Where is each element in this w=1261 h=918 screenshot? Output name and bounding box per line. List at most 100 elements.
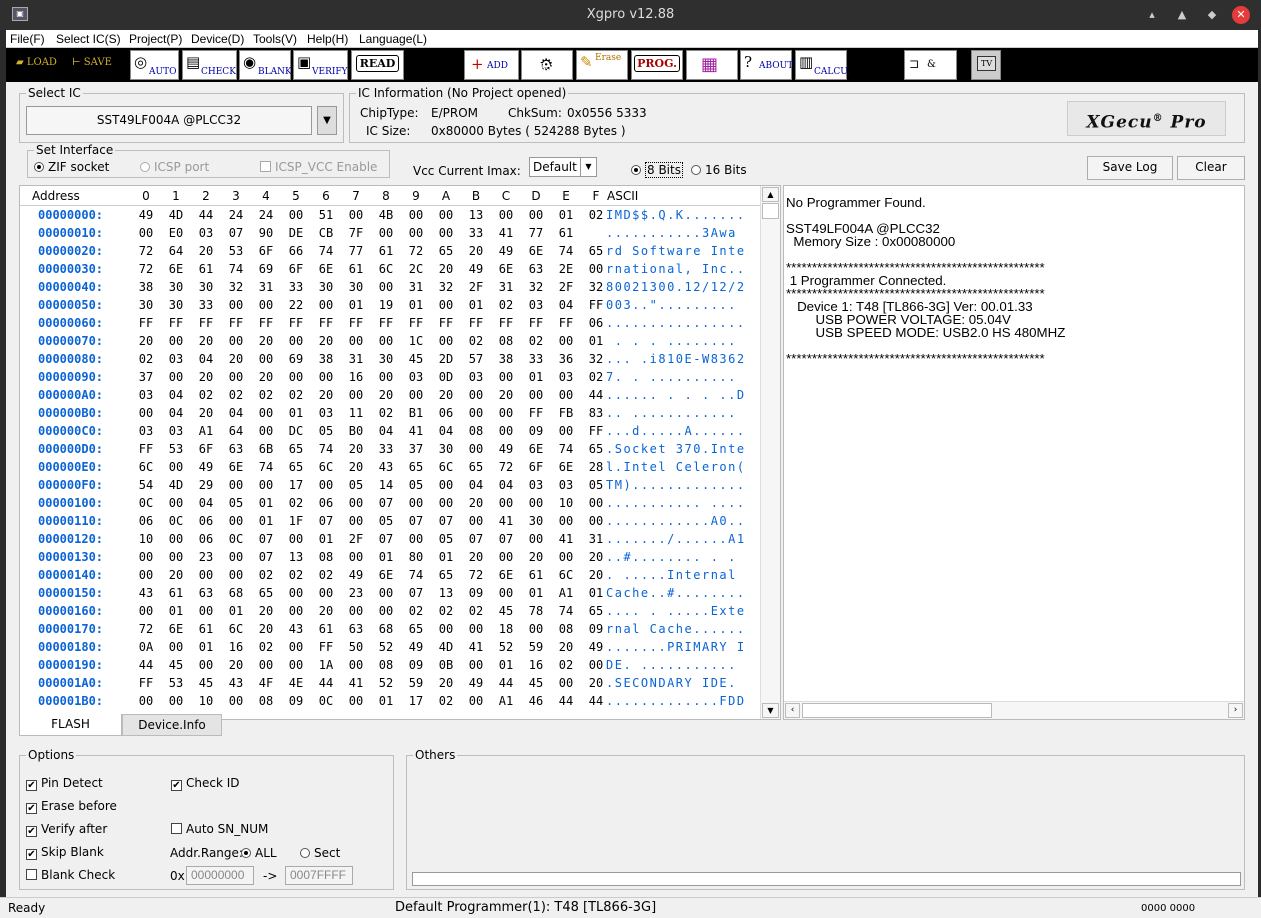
hex-byte[interactable]: 33	[281, 280, 311, 294]
hex-byte[interactable]: 19	[371, 298, 401, 312]
hex-byte[interactable]: 30	[431, 442, 461, 456]
hex-byte[interactable]: 00	[221, 478, 251, 492]
hex-byte[interactable]: 37	[401, 442, 431, 456]
hex-byte[interactable]: 53	[161, 442, 191, 456]
hex-row[interactable]: 000000E0: 6C 00 49 6E 74 65 6C 20 43 65 6C 65 72 6F 6E 2…	[20, 458, 760, 476]
hex-byte[interactable]: 09	[461, 586, 491, 600]
hex-byte[interactable]: 20	[251, 604, 281, 618]
hex-byte[interactable]: 04	[161, 388, 191, 402]
hex-byte[interactable]: 49	[491, 244, 521, 258]
hex-byte[interactable]: 00	[491, 406, 521, 420]
hex-byte[interactable]: 72	[131, 244, 161, 258]
hex-byte[interactable]: 23	[341, 586, 371, 600]
hex-byte[interactable]: 02	[251, 388, 281, 402]
hex-byte[interactable]: 02	[281, 568, 311, 582]
hex-byte[interactable]: 01	[371, 694, 401, 708]
hex-byte[interactable]: 59	[401, 676, 431, 690]
hex-byte[interactable]: 04	[161, 406, 191, 420]
hex-byte[interactable]: 00	[401, 532, 431, 546]
hex-byte[interactable]: 00	[281, 640, 311, 654]
hex-byte[interactable]: 20	[311, 388, 341, 402]
hex-byte[interactable]: 65	[281, 442, 311, 456]
hex-byte[interactable]: 59	[521, 640, 551, 654]
scroll-thumb[interactable]	[762, 203, 779, 219]
hex-row[interactable]: 000000B0: 00 04 20 04 00 01 03 11 02 B1 06 00 00 FF FB 8…	[20, 404, 760, 422]
hex-byte[interactable]: 46	[521, 694, 551, 708]
hex-byte[interactable]: 00	[371, 604, 401, 618]
hex-byte[interactable]: 00	[401, 208, 431, 222]
hex-byte[interactable]: 00	[311, 478, 341, 492]
hex-byte[interactable]: 6B	[251, 442, 281, 456]
hex-byte[interactable]: 10	[191, 694, 221, 708]
calcu-button[interactable]: ▥ CALCU.	[795, 50, 850, 80]
hex-byte[interactable]: 20	[461, 244, 491, 258]
hex-byte[interactable]: 13	[281, 550, 311, 564]
hex-byte[interactable]: 23	[191, 550, 221, 564]
hex-byte[interactable]: 00	[311, 370, 341, 384]
hex-byte[interactable]: 06	[191, 514, 221, 528]
hex-byte[interactable]: 00	[341, 694, 371, 708]
hex-byte[interactable]: 00	[281, 208, 311, 222]
hex-byte[interactable]: 00	[551, 424, 581, 438]
hex-byte[interactable]: 20	[341, 442, 371, 456]
hex-byte[interactable]: 63	[221, 442, 251, 456]
verify-after-checkbox[interactable]: ✔ Verify after	[26, 822, 107, 837]
hex-byte[interactable]: 43	[281, 622, 311, 636]
hex-byte[interactable]: 69	[251, 262, 281, 276]
hex-byte[interactable]: 02	[281, 388, 311, 402]
hex-byte[interactable]: 00	[491, 424, 521, 438]
pin-detect-checkbox[interactable]: ✔ Pin Detect	[26, 776, 103, 791]
hex-byte[interactable]: 04	[491, 478, 521, 492]
hex-byte[interactable]: 00	[491, 370, 521, 384]
hex-byte[interactable]: 30	[341, 280, 371, 294]
hex-byte[interactable]: 03	[521, 478, 551, 492]
hex-byte[interactable]: 02	[461, 604, 491, 618]
vcc-select[interactable]: Default ▼	[529, 157, 597, 177]
hex-byte[interactable]: 03	[161, 352, 191, 366]
hex-byte[interactable]: 20	[521, 550, 551, 564]
read-button[interactable]: READ	[351, 50, 404, 80]
hex-byte[interactable]: 20	[491, 388, 521, 402]
hex-byte[interactable]: 6C	[221, 622, 251, 636]
check-button[interactable]: ▤ CHECK	[182, 50, 237, 80]
hex-byte[interactable]: 02	[431, 694, 461, 708]
hex-byte[interactable]: 1C	[401, 334, 431, 348]
hex-row[interactable]: 00000010: 00 E0 03 07 90 DE CB 7F 00 00 00 33 41 77 61.…	[20, 224, 760, 242]
hex-byte[interactable]: 30	[311, 280, 341, 294]
hex-byte[interactable]: 08	[251, 694, 281, 708]
hex-byte[interactable]: 02	[401, 604, 431, 618]
hex-byte[interactable]: 00	[551, 388, 581, 402]
menu-help[interactable]: Help(H)	[307, 32, 348, 46]
hex-byte[interactable]: 33	[371, 442, 401, 456]
tab-device-info[interactable]: Device.Info	[122, 714, 222, 736]
hex-byte[interactable]: 03	[131, 388, 161, 402]
hex-byte[interactable]: 00	[371, 334, 401, 348]
hex-byte[interactable]: 00	[161, 334, 191, 348]
hex-byte[interactable]: 68	[371, 622, 401, 636]
add-button[interactable]: + ADD	[464, 50, 519, 80]
hex-byte[interactable]: 03	[521, 298, 551, 312]
hex-byte[interactable]: 6C	[311, 460, 341, 474]
hex-byte[interactable]: FF	[551, 316, 581, 330]
hex-byte[interactable]: 80	[401, 550, 431, 564]
addr-to-field[interactable]: 0007FFFF	[285, 866, 353, 885]
hex-byte[interactable]: 41	[491, 226, 521, 240]
hex-byte[interactable]: 00	[551, 550, 581, 564]
hex-byte[interactable]: 6E	[521, 244, 551, 258]
hex-byte[interactable]: 72	[131, 622, 161, 636]
hex-byte[interactable]: 31	[491, 280, 521, 294]
hex-byte[interactable]: 03	[551, 370, 581, 384]
hex-byte[interactable]: 00	[341, 388, 371, 402]
scroll-up-icon[interactable]: ▲	[762, 187, 779, 202]
hex-byte[interactable]: 41	[461, 640, 491, 654]
hex-byte[interactable]: 45	[161, 658, 191, 672]
hex-byte[interactable]: 31	[341, 352, 371, 366]
select-ic-dropdown[interactable]: ▼	[317, 106, 337, 135]
scroll-right-icon[interactable]: ›	[1228, 703, 1243, 718]
addr-sect-radio[interactable]: Sect	[300, 846, 340, 860]
hex-byte[interactable]: 00	[461, 406, 491, 420]
hex-byte[interactable]: 00	[221, 694, 251, 708]
hex-byte[interactable]: 6F	[281, 262, 311, 276]
hex-byte[interactable]: 00	[431, 478, 461, 492]
hex-byte[interactable]: 52	[491, 640, 521, 654]
